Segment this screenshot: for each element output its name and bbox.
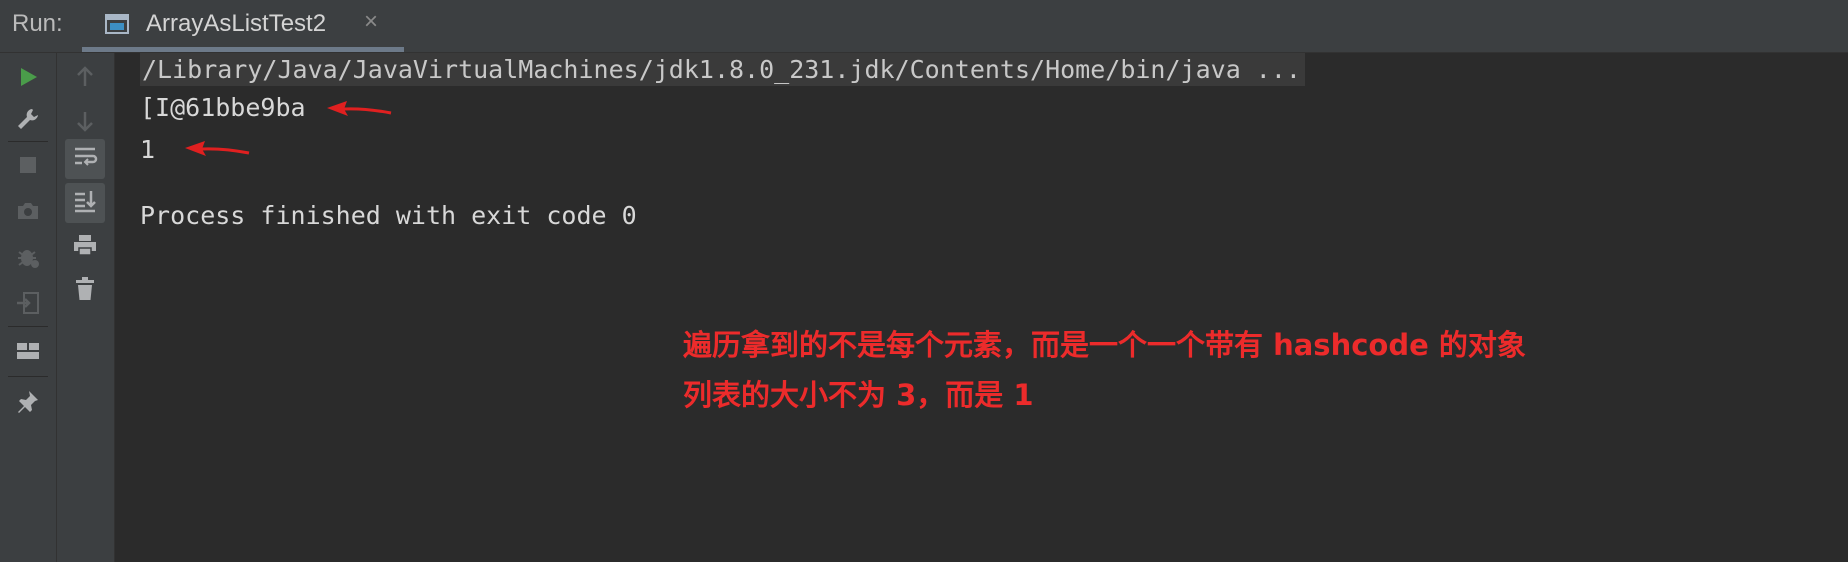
annotation-text-line-2: 列表的大小不为 3，而是 1 xyxy=(683,378,1034,412)
print-icon xyxy=(72,232,98,263)
rerun-button[interactable] xyxy=(8,59,48,99)
edit-configuration-button[interactable] xyxy=(8,101,48,141)
tab-title: ArrayAsListTest2 xyxy=(146,10,327,37)
stop-icon xyxy=(17,154,39,181)
down-arrow-icon xyxy=(73,109,97,138)
scroll-to-end-icon xyxy=(72,188,98,219)
output-line-hash: [I@61bbe9ba xyxy=(140,93,306,122)
toolbar-separator xyxy=(8,141,48,142)
run-label: Run: xyxy=(12,10,63,37)
soft-wrap-icon xyxy=(72,144,98,175)
run-tool-window-header: Run: ArrayAsListTest2 × xyxy=(0,0,1848,53)
annotation-text-line-1: 遍历拿到的不是每个元素，而是一个一个带有 hashcode 的对象 xyxy=(683,328,1526,362)
stop-button[interactable] xyxy=(8,147,48,187)
output-line-size: 1 xyxy=(140,135,156,164)
exit-button[interactable] xyxy=(8,285,48,325)
toolbar-separator xyxy=(8,376,48,377)
close-tab-icon[interactable]: × xyxy=(364,8,378,36)
pin-icon xyxy=(15,388,41,419)
run-icon xyxy=(16,65,40,94)
exit-icon xyxy=(15,290,41,321)
pin-tab-button[interactable] xyxy=(8,383,48,423)
up-arrow-icon xyxy=(73,65,97,94)
command-line: /Library/Java/JavaVirtualMachines/jdk1.8… xyxy=(140,53,1305,86)
annotation-arrow-1 xyxy=(325,99,395,126)
dump-threads-button[interactable] xyxy=(8,193,48,233)
bug-settings-icon xyxy=(15,244,41,275)
trash-icon xyxy=(73,276,97,307)
tab-active-indicator xyxy=(82,47,404,52)
console-output[interactable]: /Library/Java/JavaVirtualMachines/jdk1.8… xyxy=(115,53,1848,562)
toolbar-separator xyxy=(8,326,48,327)
clear-all-button[interactable] xyxy=(65,271,105,311)
restore-layout-button[interactable] xyxy=(8,239,48,279)
process-exit-status: Process finished with exit code 0 xyxy=(140,201,637,230)
annotation-arrow-2 xyxy=(183,139,253,166)
left-toolbar xyxy=(0,53,57,562)
print-button[interactable] xyxy=(65,227,105,267)
layout-settings-button[interactable] xyxy=(8,333,48,373)
soft-wrap-button[interactable] xyxy=(65,139,105,179)
next-occurrence-button[interactable] xyxy=(65,103,105,143)
console-window-icon xyxy=(104,12,130,36)
scroll-to-end-button[interactable] xyxy=(65,183,105,223)
tab-arrayaslisttest2[interactable]: ArrayAsListTest2 × xyxy=(82,0,404,52)
layout-icon xyxy=(15,340,41,367)
previous-occurrence-button[interactable] xyxy=(65,59,105,99)
console-toolbar xyxy=(57,53,115,562)
wrench-icon xyxy=(15,106,41,137)
camera-icon xyxy=(15,200,41,227)
